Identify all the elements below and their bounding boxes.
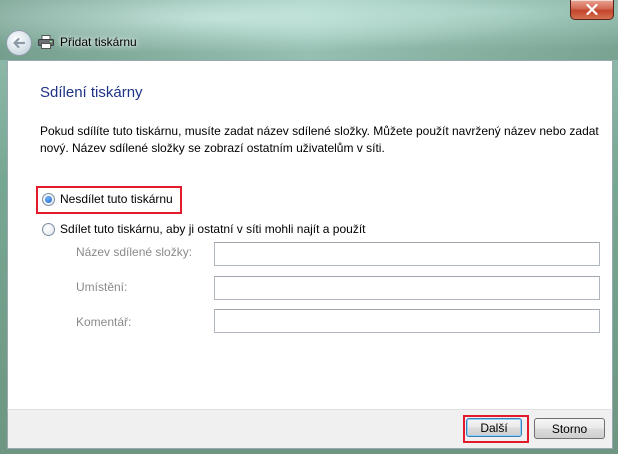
option-share[interactable]: Sdílet tuto tiskárnu, aby ji ostatní v s… (42, 222, 365, 236)
printer-icon (38, 35, 54, 49)
location-label: Umístění: (76, 280, 128, 294)
wizard-content: Sdílení tiskárny Pokud sdílíte tuto tisk… (7, 60, 613, 410)
share-name-input[interactable] (214, 242, 600, 266)
comment-input[interactable] (214, 309, 600, 333)
next-button[interactable]: Další (466, 418, 522, 437)
option-do-not-share[interactable]: Nesdílet tuto tiskárnu (42, 192, 173, 206)
comment-label: Komentář: (76, 315, 132, 329)
option-do-not-share-label: Nesdílet tuto tiskárnu (60, 192, 173, 206)
window-title: Přidat tiskárnu (60, 35, 137, 49)
close-button[interactable] (570, 0, 614, 20)
close-icon (586, 4, 598, 15)
radio-do-not-share[interactable] (42, 192, 55, 206)
wizard-footer: Další Storno (7, 409, 613, 449)
title-bar: Přidat tiskárnu (38, 32, 137, 52)
location-input[interactable] (214, 276, 600, 300)
option-share-label: Sdílet tuto tiskárnu, aby ji ostatní v s… (60, 222, 366, 236)
share-name-label: Název sdílené složky: (76, 245, 193, 259)
page-description: Pokud sdílíte tuto tiskárnu, musíte zada… (40, 124, 599, 155)
cancel-button[interactable]: Storno (534, 418, 605, 439)
back-button[interactable] (6, 30, 32, 56)
page-title: Sdílení tiskárny (40, 84, 143, 101)
back-arrow-icon (13, 37, 26, 49)
radio-share[interactable] (42, 222, 55, 236)
